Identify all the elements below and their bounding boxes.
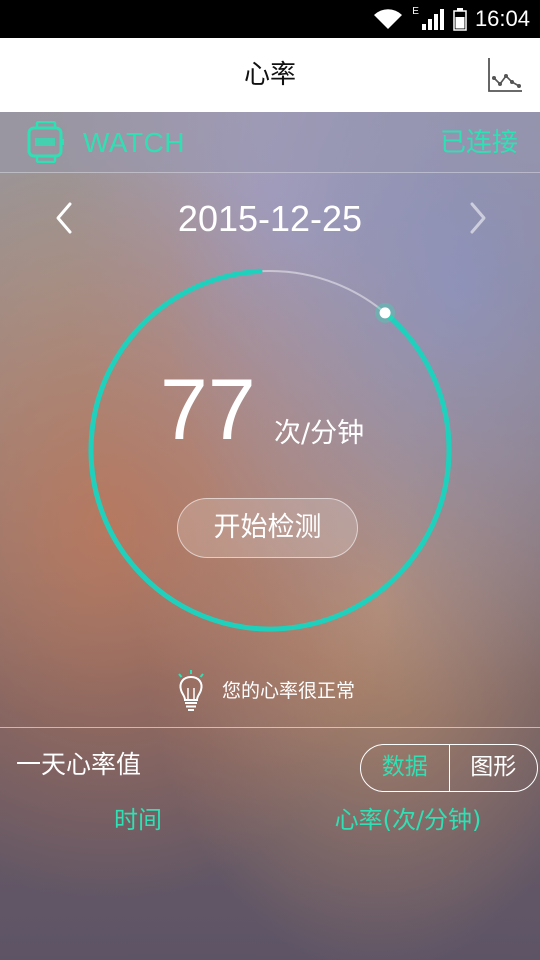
daily-section-title: 一天心率值 bbox=[16, 750, 142, 779]
column-header-rate: 心率(次/分钟) bbox=[334, 806, 482, 834]
heart-rate-screen: E 16:04 心率 WATCH 已连接 2015-12-25 77 次/分钟 … bbox=[0, 0, 540, 960]
wifi-icon bbox=[374, 9, 403, 29]
chevron-left-icon[interactable] bbox=[44, 196, 84, 240]
current-date: 2015-12-25 bbox=[177, 198, 363, 239]
heart-rate-unit: 次/分钟 bbox=[274, 418, 365, 449]
signal-icon bbox=[421, 9, 444, 30]
page-title: 心率 bbox=[243, 60, 296, 90]
tab-graph[interactable]: 图形 bbox=[450, 745, 538, 791]
chevron-right-icon[interactable] bbox=[458, 196, 498, 240]
status-bar: E 16:04 bbox=[0, 0, 540, 38]
app-header: 心率 bbox=[0, 38, 540, 112]
lightbulb-icon bbox=[178, 670, 204, 711]
connection-status: 已连接 bbox=[439, 128, 518, 158]
status-icons: E 16:04 bbox=[372, 0, 530, 38]
heart-rate-tip: 您的心率很正常 bbox=[222, 680, 356, 702]
watch-icon bbox=[27, 121, 64, 163]
device-name: WATCH bbox=[83, 127, 186, 158]
status-time: 16:04 bbox=[474, 6, 530, 31]
heart-rate-value: 77 bbox=[160, 362, 256, 458]
line-chart-icon[interactable] bbox=[486, 56, 524, 94]
battery-icon bbox=[453, 8, 467, 31]
section-divider bbox=[0, 727, 540, 728]
tab-data[interactable]: 数据 bbox=[361, 745, 450, 791]
column-header-time: 时间 bbox=[114, 806, 162, 834]
start-measure-button[interactable]: 开始检测 bbox=[177, 498, 358, 558]
network-type-label: E bbox=[412, 6, 419, 17]
ring-end-dot bbox=[379, 307, 391, 319]
device-connection-bar[interactable]: WATCH 已连接 bbox=[0, 112, 540, 173]
view-toggle: 数据 图形 bbox=[360, 744, 538, 792]
